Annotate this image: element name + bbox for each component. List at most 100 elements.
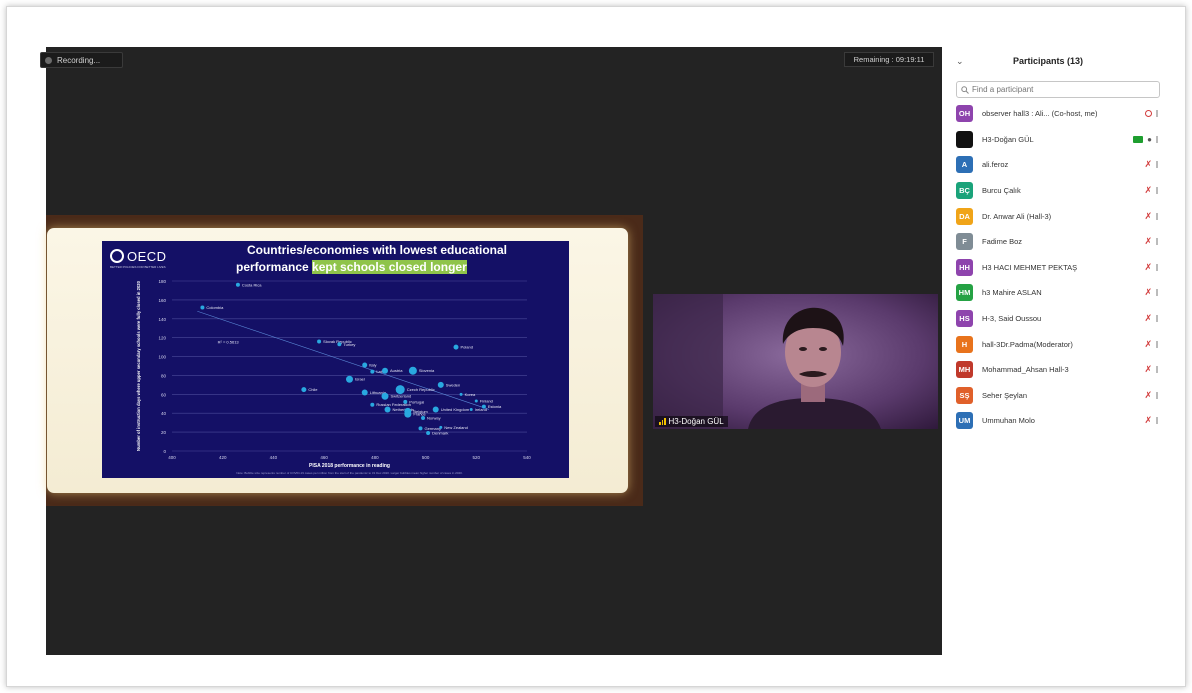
participant-row[interactable]: H3-Doğan GÜL ● [950,127,1160,153]
point-label: Finland [480,398,493,403]
avatar: A [956,156,973,174]
x-tick-label: 540 [523,455,531,460]
row-edge-icon [1156,366,1158,374]
participant-search[interactable] [956,81,1160,98]
participant-name: H3 HACI MEHMET PEKTAŞ [982,262,1078,272]
point-label: Austria [390,368,403,373]
participant-status: ✗ [1144,262,1158,273]
video-feed [653,294,938,429]
data-point [317,339,322,344]
search-input[interactable] [972,85,1142,94]
participant-name: H-3, Said Oussou [982,314,1042,324]
recording-icon [1145,110,1152,118]
point-label: Poland [461,345,473,350]
participant-row[interactable]: Aali.feroz ✗ [950,152,1160,178]
avatar: HH [956,258,973,276]
participant-row[interactable]: OH observer hall3 : Ali... (Co-host, me) [950,101,1160,127]
mic-muted-icon[interactable]: ✗ [1144,287,1152,298]
y-tick-label: 100 [158,355,166,360]
data-point [382,367,388,374]
participant-status: ✗ [1144,159,1158,170]
data-point [437,381,444,388]
avatar: F [956,233,973,251]
participant-row[interactable]: HS H-3, Said Oussou ✗ [950,306,1160,332]
participant-row[interactable]: Hhall-3Dr.Padma(Moderator) ✗ [950,331,1160,357]
avatar: DA [956,207,973,225]
mic-muted-icon[interactable]: ✗ [1144,415,1152,426]
mic-muted-icon[interactable]: ✗ [1144,262,1152,273]
avatar: HM [956,284,973,302]
video-name-label: H3-Doğan GÜL [655,416,728,427]
participant-row[interactable]: SŞ Seher Şeylan ✗ [950,383,1160,409]
recording-dot-icon [45,56,52,64]
data-point [384,406,391,413]
y-tick-label: 140 [158,317,166,322]
data-point [370,402,375,407]
participant-status: ✗ [1144,287,1158,298]
panel-header: ⌄ Participants (13) [950,47,1160,75]
avatar: UM [956,412,973,430]
participant-status: ✗ [1144,339,1158,350]
mic-muted-icon[interactable]: ✗ [1144,390,1152,401]
point-label: Costa Rica [242,282,262,287]
participant-row[interactable]: MH Mohammad_Ahsan Hall-3 ✗ [950,357,1160,383]
participant-row[interactable]: BÇ Burcu Çalık ✗ [950,178,1160,204]
row-edge-icon [1156,340,1158,348]
participant-row[interactable]: UM Ummuhan Molo ✗ [950,408,1160,434]
mic-muted-icon[interactable]: ✗ [1144,339,1152,350]
x-axis-label: PISA 2018 performance in reading [309,463,390,469]
row-edge-icon [1156,417,1158,425]
participant-name: Seher Şeylan [982,390,1028,400]
participant-status: ✗ [1144,236,1158,247]
participant-row[interactable]: DA Dr. Anwar Ali (Hall-3) ✗ [950,203,1160,229]
y-tick-label: 120 [158,336,166,341]
mic-muted-icon[interactable]: ✗ [1144,211,1152,222]
y-tick-label: 160 [158,298,166,303]
participant-status: ● [1133,135,1158,144]
mic-muted-icon[interactable]: ✗ [1144,236,1152,247]
participant-name: h3 Mahire ASLAN [982,288,1042,298]
scatter-chart: 0 20 40 60 80 100 120 140 160 180 400 420 440 460 480 5… [136,279,531,475]
video-on-icon[interactable] [1133,135,1144,143]
participant-name: Dr. Anwar Ali (Hall-3) [982,211,1052,221]
row-edge-icon [1156,212,1158,220]
mic-muted-icon[interactable]: ✗ [1144,313,1152,324]
mic-muted-icon[interactable]: ✗ [1144,159,1152,170]
participant-row[interactable]: HH H3 HACI MEHMET PEKTAŞ ✗ [950,255,1160,281]
participant-list: OH observer hall3 : Ali... (Co-host, me) H… [950,101,1160,434]
data-point [337,342,342,347]
point-label: Italy [369,363,376,368]
participant-status: ✗ [1144,364,1158,375]
participant-row[interactable]: HM h3 Mahire ASLAN ✗ [950,280,1160,306]
data-point [235,282,240,287]
recording-label: Recording... [57,55,101,65]
y-tick-label: 20 [161,430,167,435]
mic-on-icon[interactable]: ● [1147,135,1152,144]
point-label: Korea [465,392,476,397]
point-label: Czech Republic [407,387,435,392]
chevron-down-icon[interactable]: ⌄ [956,56,976,67]
participant-name: Burcu Çalık [982,186,1021,196]
y-tick-label: 60 [161,392,167,397]
participant-name: Mohammad_Ahsan Hall-3 [982,365,1069,375]
mic-muted-icon[interactable]: ✗ [1144,185,1152,196]
participant-video-tile[interactable]: H3-Doğan GÜL [653,294,938,429]
point-label: United Kingdom [441,407,470,412]
row-edge-icon [1156,289,1158,297]
participant-status [1145,110,1158,118]
point-label: New Zealand [444,425,468,430]
participant-name: observer hall3 : Ali... (Co-host, me) [982,109,1098,119]
y-tick-label: 0 [163,449,166,454]
x-tick-label: 460 [320,455,328,460]
mic-muted-icon[interactable]: ✗ [1144,364,1152,375]
recording-indicator[interactable]: Recording... [40,52,123,68]
data-point [361,389,368,396]
data-point [418,426,423,431]
row-edge-icon [1156,135,1158,143]
avatar: SŞ [956,386,973,404]
row-edge-icon [1156,238,1158,246]
presentation-slide: OECD BETTER POLICIES FOR BETTER LIVES Co… [102,241,569,478]
point-label: Estonia [488,404,502,409]
participant-row[interactable]: F Fadime Boz ✗ [950,229,1160,255]
y-axis-label: Number of instruction days where upper s… [136,280,141,451]
